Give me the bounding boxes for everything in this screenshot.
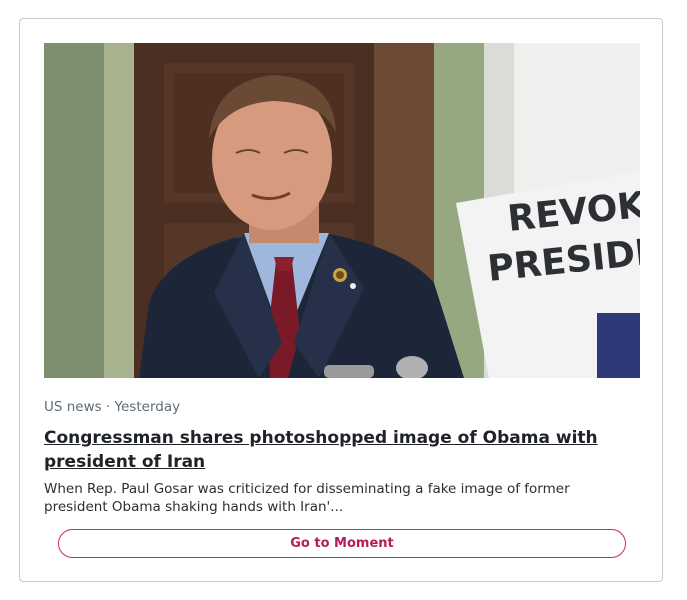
article-photo[interactable]: REVOK PRESIDE [44, 43, 640, 378]
news-card: REVOK PRESIDE US news · Yesterday Congre… [19, 18, 663, 582]
article-meta: US news · Yesterday [44, 399, 181, 415]
article-headline[interactable]: Congressman shares photoshopped image of… [44, 426, 644, 474]
article-summary: When Rep. Paul Gosar was criticized for … [44, 481, 570, 515]
go-to-moment-button[interactable]: Go to Moment [58, 529, 626, 558]
photo-illustration: REVOK PRESIDE [44, 43, 640, 378]
